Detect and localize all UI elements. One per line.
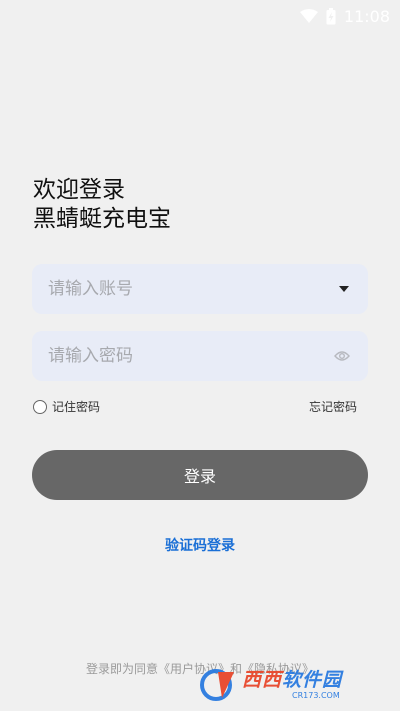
options-row: 记住密码 忘记密码 <box>33 398 357 415</box>
agreement-prefix: 登录即为同意 <box>85 662 158 676</box>
status-bar: 11:08 <box>0 0 400 32</box>
password-field <box>32 331 368 381</box>
watermark-logo <box>200 669 234 701</box>
title-block: 欢迎登录 黑蜻蜓充电宝 <box>33 176 171 234</box>
account-field <box>32 264 368 314</box>
status-time: 11:08 <box>343 6 390 26</box>
welcome-heading: 欢迎登录 <box>33 177 125 203</box>
code-login-link[interactable]: 验证码登录 <box>0 535 400 555</box>
battery-charging-icon <box>326 7 336 25</box>
wifi-icon <box>299 9 318 23</box>
app-name-heading: 黑蜻蜓充电宝 <box>33 206 171 232</box>
login-button[interactable]: 登录 <box>32 450 368 500</box>
watermark-main-blue: 软件园 <box>282 668 343 691</box>
watermark-text: 西西软件园 CR173.COM <box>242 668 343 700</box>
eye-icon[interactable] <box>332 346 352 366</box>
forgot-password-link[interactable]: 忘记密码 <box>309 398 357 415</box>
watermark: 西西软件园 CR173.COM <box>198 664 386 706</box>
remember-label: 记住密码 <box>52 400 101 414</box>
caret-down-icon[interactable] <box>336 281 352 297</box>
account-input[interactable] <box>48 279 336 299</box>
remember-radio[interactable] <box>33 399 47 414</box>
watermark-sub: CR173.COM <box>292 690 340 700</box>
remember-password-toggle[interactable]: 记住密码 <box>33 398 100 415</box>
watermark-main-red: 西西 <box>242 668 283 691</box>
password-input[interactable] <box>48 346 332 366</box>
